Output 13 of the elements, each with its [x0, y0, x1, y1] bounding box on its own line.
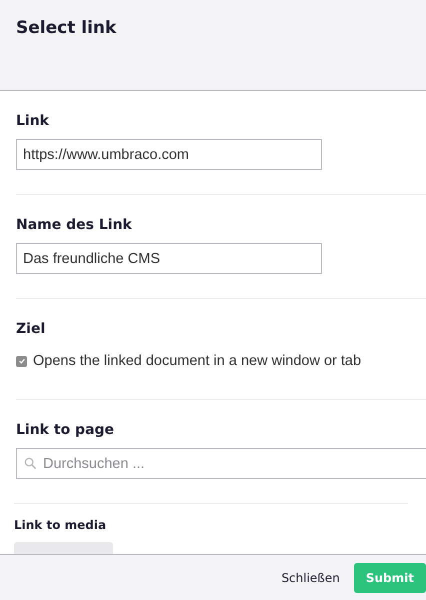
checkbox[interactable]: [16, 356, 27, 366]
search-field[interactable]: Durchsuchen ...: [16, 448, 426, 479]
field-label: Link: [16, 113, 50, 129]
field-label: Link to page: [16, 422, 116, 438]
search-icon: [24, 457, 37, 470]
name-input[interactable]: Das freundliche CMS: [16, 243, 322, 274]
field-label: Name des Link: [16, 217, 133, 233]
field-label: Ziel: [16, 321, 46, 337]
field-label: Link to media: [14, 518, 108, 532]
checkbox-label: Opens the linked document in a new window or tab: [33, 353, 362, 369]
link-input[interactable]: https://www.umbraco.com: [16, 139, 322, 170]
dialog-title: Select link: [16, 18, 116, 38]
close-button[interactable]: Schließen: [279, 562, 342, 592]
